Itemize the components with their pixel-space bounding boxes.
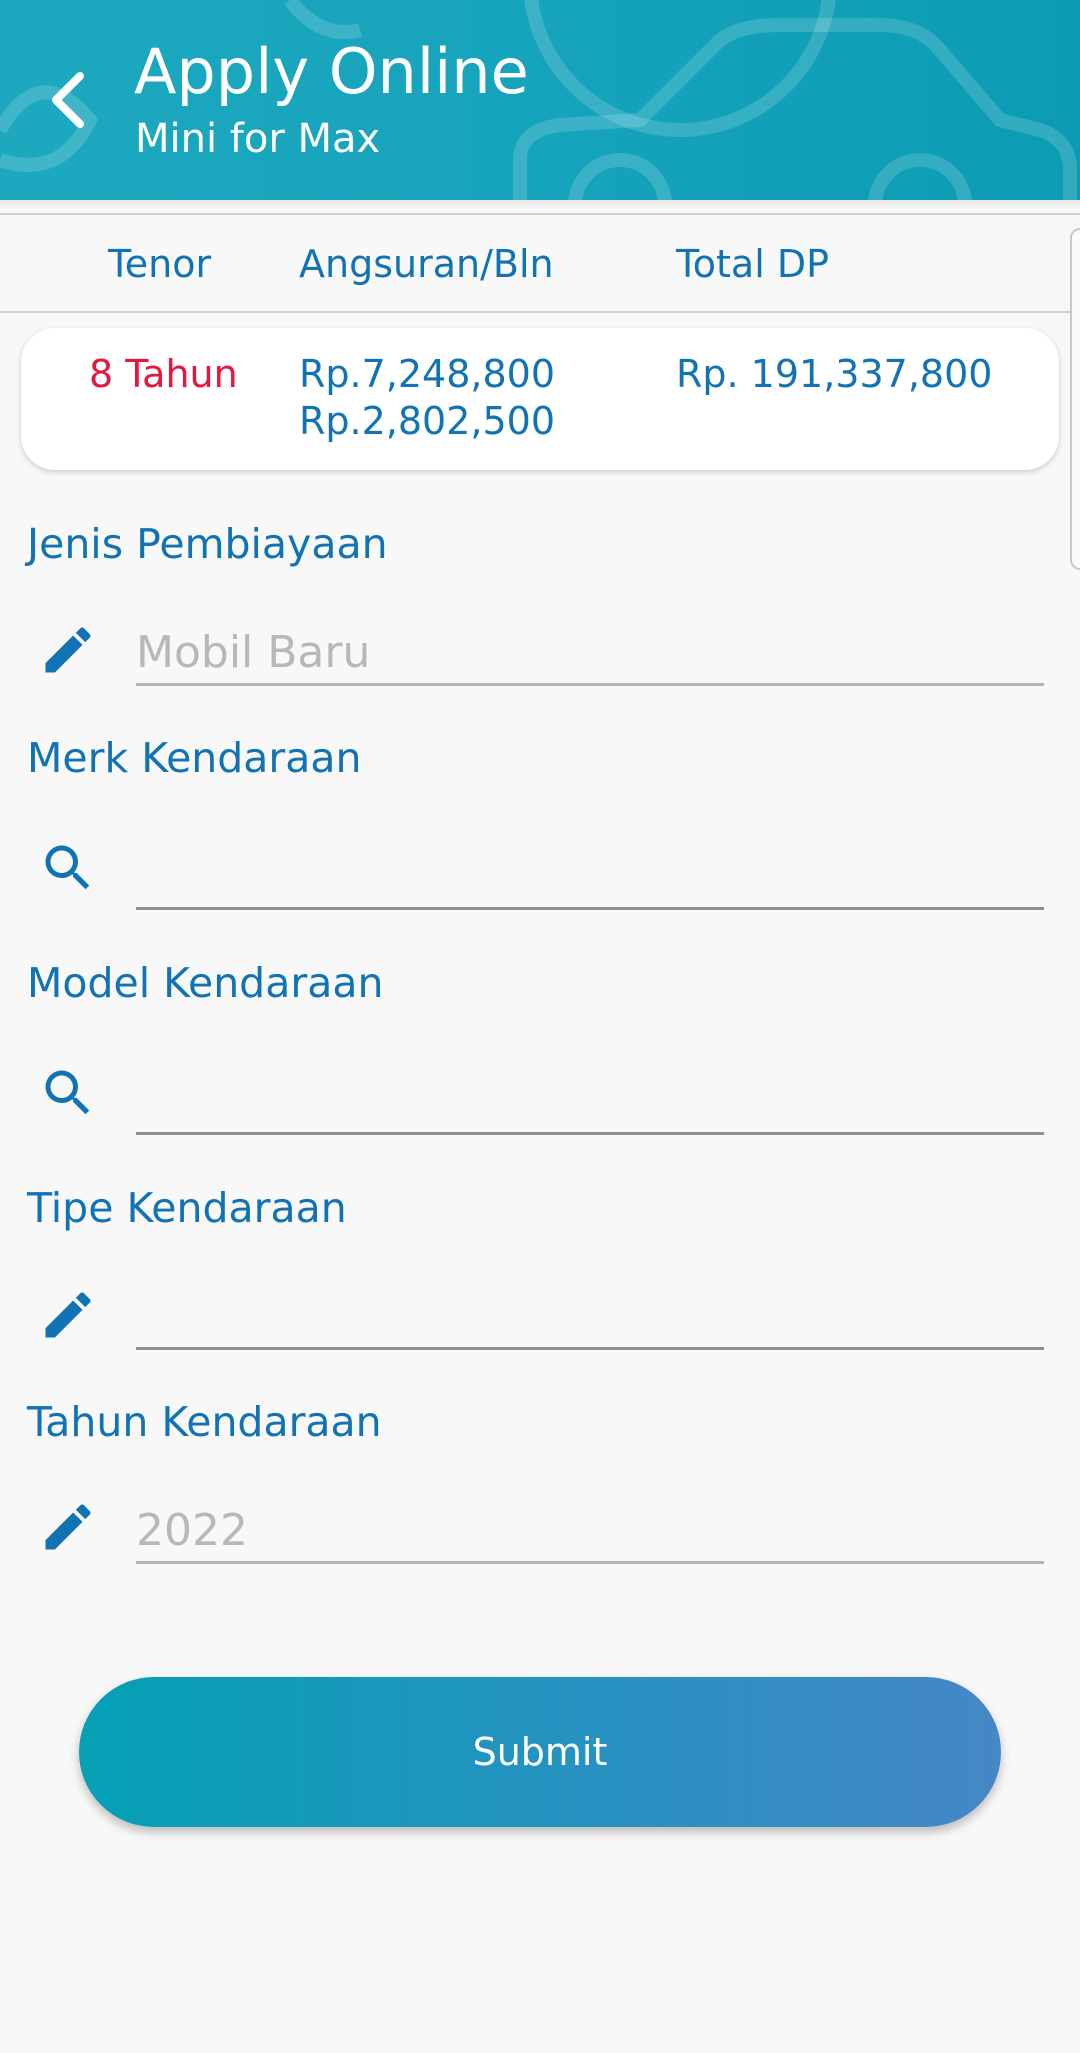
- installment-row-card[interactable]: 8 Tahun Rp.7,248,800 Rp.2,802,500 Rp. 19…: [21, 328, 1059, 470]
- back-button[interactable]: [44, 68, 92, 132]
- angsuran-value-1: Rp.7,248,800: [299, 352, 555, 396]
- app-header: Apply Online Mini for Max: [0, 0, 1080, 200]
- submit-button[interactable]: Submit: [79, 1677, 1001, 1827]
- search-icon: [45, 1070, 90, 1115]
- page-title: Apply Online: [134, 35, 529, 108]
- pencil-icon: [45, 1292, 91, 1338]
- pencil-icon: [45, 1504, 91, 1550]
- column-total-dp: Total DP: [676, 242, 830, 286]
- total-dp-value: Rp. 191,337,800: [676, 352, 993, 396]
- horizontal-scroll-edge[interactable]: [1070, 228, 1080, 570]
- label-merk-kendaraan: Merk Kendaraan: [27, 734, 362, 782]
- merk-kendaraan-field[interactable]: [136, 846, 1044, 910]
- angsuran-value-2: Rp.2,802,500: [299, 399, 555, 443]
- header-divider: [0, 200, 1080, 210]
- pencil-icon: [45, 627, 91, 673]
- chevron-left-icon: [52, 72, 84, 128]
- label-tipe-kendaraan: Tipe Kendaraan: [27, 1184, 347, 1232]
- column-tenor: Tenor: [108, 242, 212, 286]
- label-model-kendaraan: Model Kendaraan: [27, 959, 384, 1007]
- search-icon: [45, 845, 90, 890]
- installment-table-header: Tenor Angsuran/Bln Total DP: [0, 213, 1080, 313]
- model-kendaraan-field[interactable]: [136, 1071, 1044, 1135]
- label-jenis-pembiayaan: Jenis Pembiayaan: [27, 520, 388, 568]
- jenis-pembiayaan-field[interactable]: [136, 622, 1044, 686]
- column-angsuran: Angsuran/Bln: [299, 242, 554, 286]
- tipe-kendaraan-field[interactable]: [136, 1286, 1044, 1350]
- tahun-kendaraan-field[interactable]: [136, 1500, 1044, 1564]
- label-tahun-kendaraan: Tahun Kendaraan: [27, 1398, 382, 1446]
- tenor-value: 8 Tahun: [89, 352, 238, 396]
- page-subtitle: Mini for Max: [135, 116, 381, 162]
